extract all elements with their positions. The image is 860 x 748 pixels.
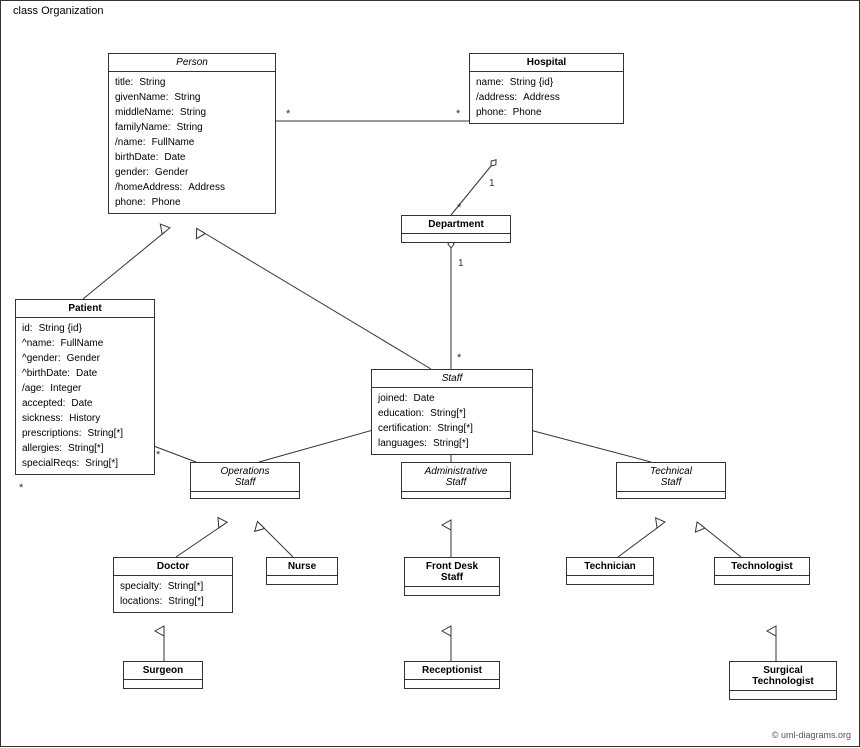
front-desk-staff-class-name: Front DeskStaff (405, 558, 499, 587)
surgical-technologist-attrs (730, 691, 836, 699)
nurse-class-attrs (267, 576, 337, 584)
technician-class-attrs (567, 576, 653, 584)
receptionist-class-attrs (405, 680, 499, 688)
department-class: Department (401, 215, 511, 243)
svg-text:*: * (156, 449, 161, 461)
svg-text:*: * (457, 202, 462, 214)
staff-class: Staff joined:Date education:String[*] ce… (371, 369, 533, 455)
doctor-class: Doctor specialty:String[*] locations:Str… (113, 557, 233, 613)
diagram-title: class Organization (9, 5, 108, 17)
diagram-container: class Organization (0, 0, 860, 747)
technician-class-name: Technician (567, 558, 653, 576)
person-class: Person title:String givenName:String mid… (108, 53, 276, 214)
surgeon-class-attrs (124, 680, 202, 688)
doctor-class-attrs: specialty:String[*] locations:String[*] (114, 576, 232, 612)
copyright-text: © uml-diagrams.org (772, 730, 851, 740)
hospital-class: Hospital name:String {id} /address:Addre… (469, 53, 624, 124)
surgical-technologist-class-name: SurgicalTechnologist (730, 662, 836, 691)
doctor-class-name: Doctor (114, 558, 232, 576)
technologist-class: Technologist (714, 557, 810, 585)
patient-class-attrs: id:String {id} ^name:FullName ^gender:Ge… (16, 318, 154, 474)
receptionist-class: Receptionist (404, 661, 500, 689)
staff-class-name: Staff (372, 370, 532, 388)
administrative-staff-class-name: AdministrativeStaff (402, 463, 510, 492)
svg-text:*: * (19, 482, 24, 494)
technologist-class-name: Technologist (715, 558, 809, 576)
svg-text:*: * (286, 108, 291, 120)
svg-text:*: * (457, 352, 462, 364)
svg-text:*: * (456, 108, 461, 120)
nurse-class: Nurse (266, 557, 338, 585)
operations-staff-class: OperationsStaff (190, 462, 300, 499)
person-class-name: Person (109, 54, 275, 72)
hospital-class-attrs: name:String {id} /address:Address phone:… (470, 72, 623, 123)
department-class-attrs (402, 234, 510, 242)
technical-staff-attrs (617, 492, 725, 498)
administrative-staff-attrs (402, 492, 510, 498)
svg-text:1: 1 (458, 258, 464, 269)
person-class-attrs: title:String givenName:String middleName… (109, 72, 275, 213)
patient-class: Patient id:String {id} ^name:FullName ^g… (15, 299, 155, 475)
front-desk-staff-class: Front DeskStaff (404, 557, 500, 596)
operations-staff-class-name: OperationsStaff (191, 463, 299, 492)
administrative-staff-class: AdministrativeStaff (401, 462, 511, 499)
technical-staff-class: TechnicalStaff (616, 462, 726, 499)
staff-class-attrs: joined:Date education:String[*] certific… (372, 388, 532, 454)
surgeon-class-name: Surgeon (124, 662, 202, 680)
technician-class: Technician (566, 557, 654, 585)
receptionist-class-name: Receptionist (405, 662, 499, 680)
hospital-class-name: Hospital (470, 54, 623, 72)
technologist-class-attrs (715, 576, 809, 584)
operations-staff-attrs (191, 492, 299, 498)
department-class-name: Department (402, 216, 510, 234)
front-desk-staff-attrs (405, 587, 499, 595)
nurse-class-name: Nurse (267, 558, 337, 576)
surgeon-class: Surgeon (123, 661, 203, 689)
svg-text:1: 1 (489, 178, 495, 189)
surgical-technologist-class: SurgicalTechnologist (729, 661, 837, 700)
technical-staff-class-name: TechnicalStaff (617, 463, 725, 492)
patient-class-name: Patient (16, 300, 154, 318)
